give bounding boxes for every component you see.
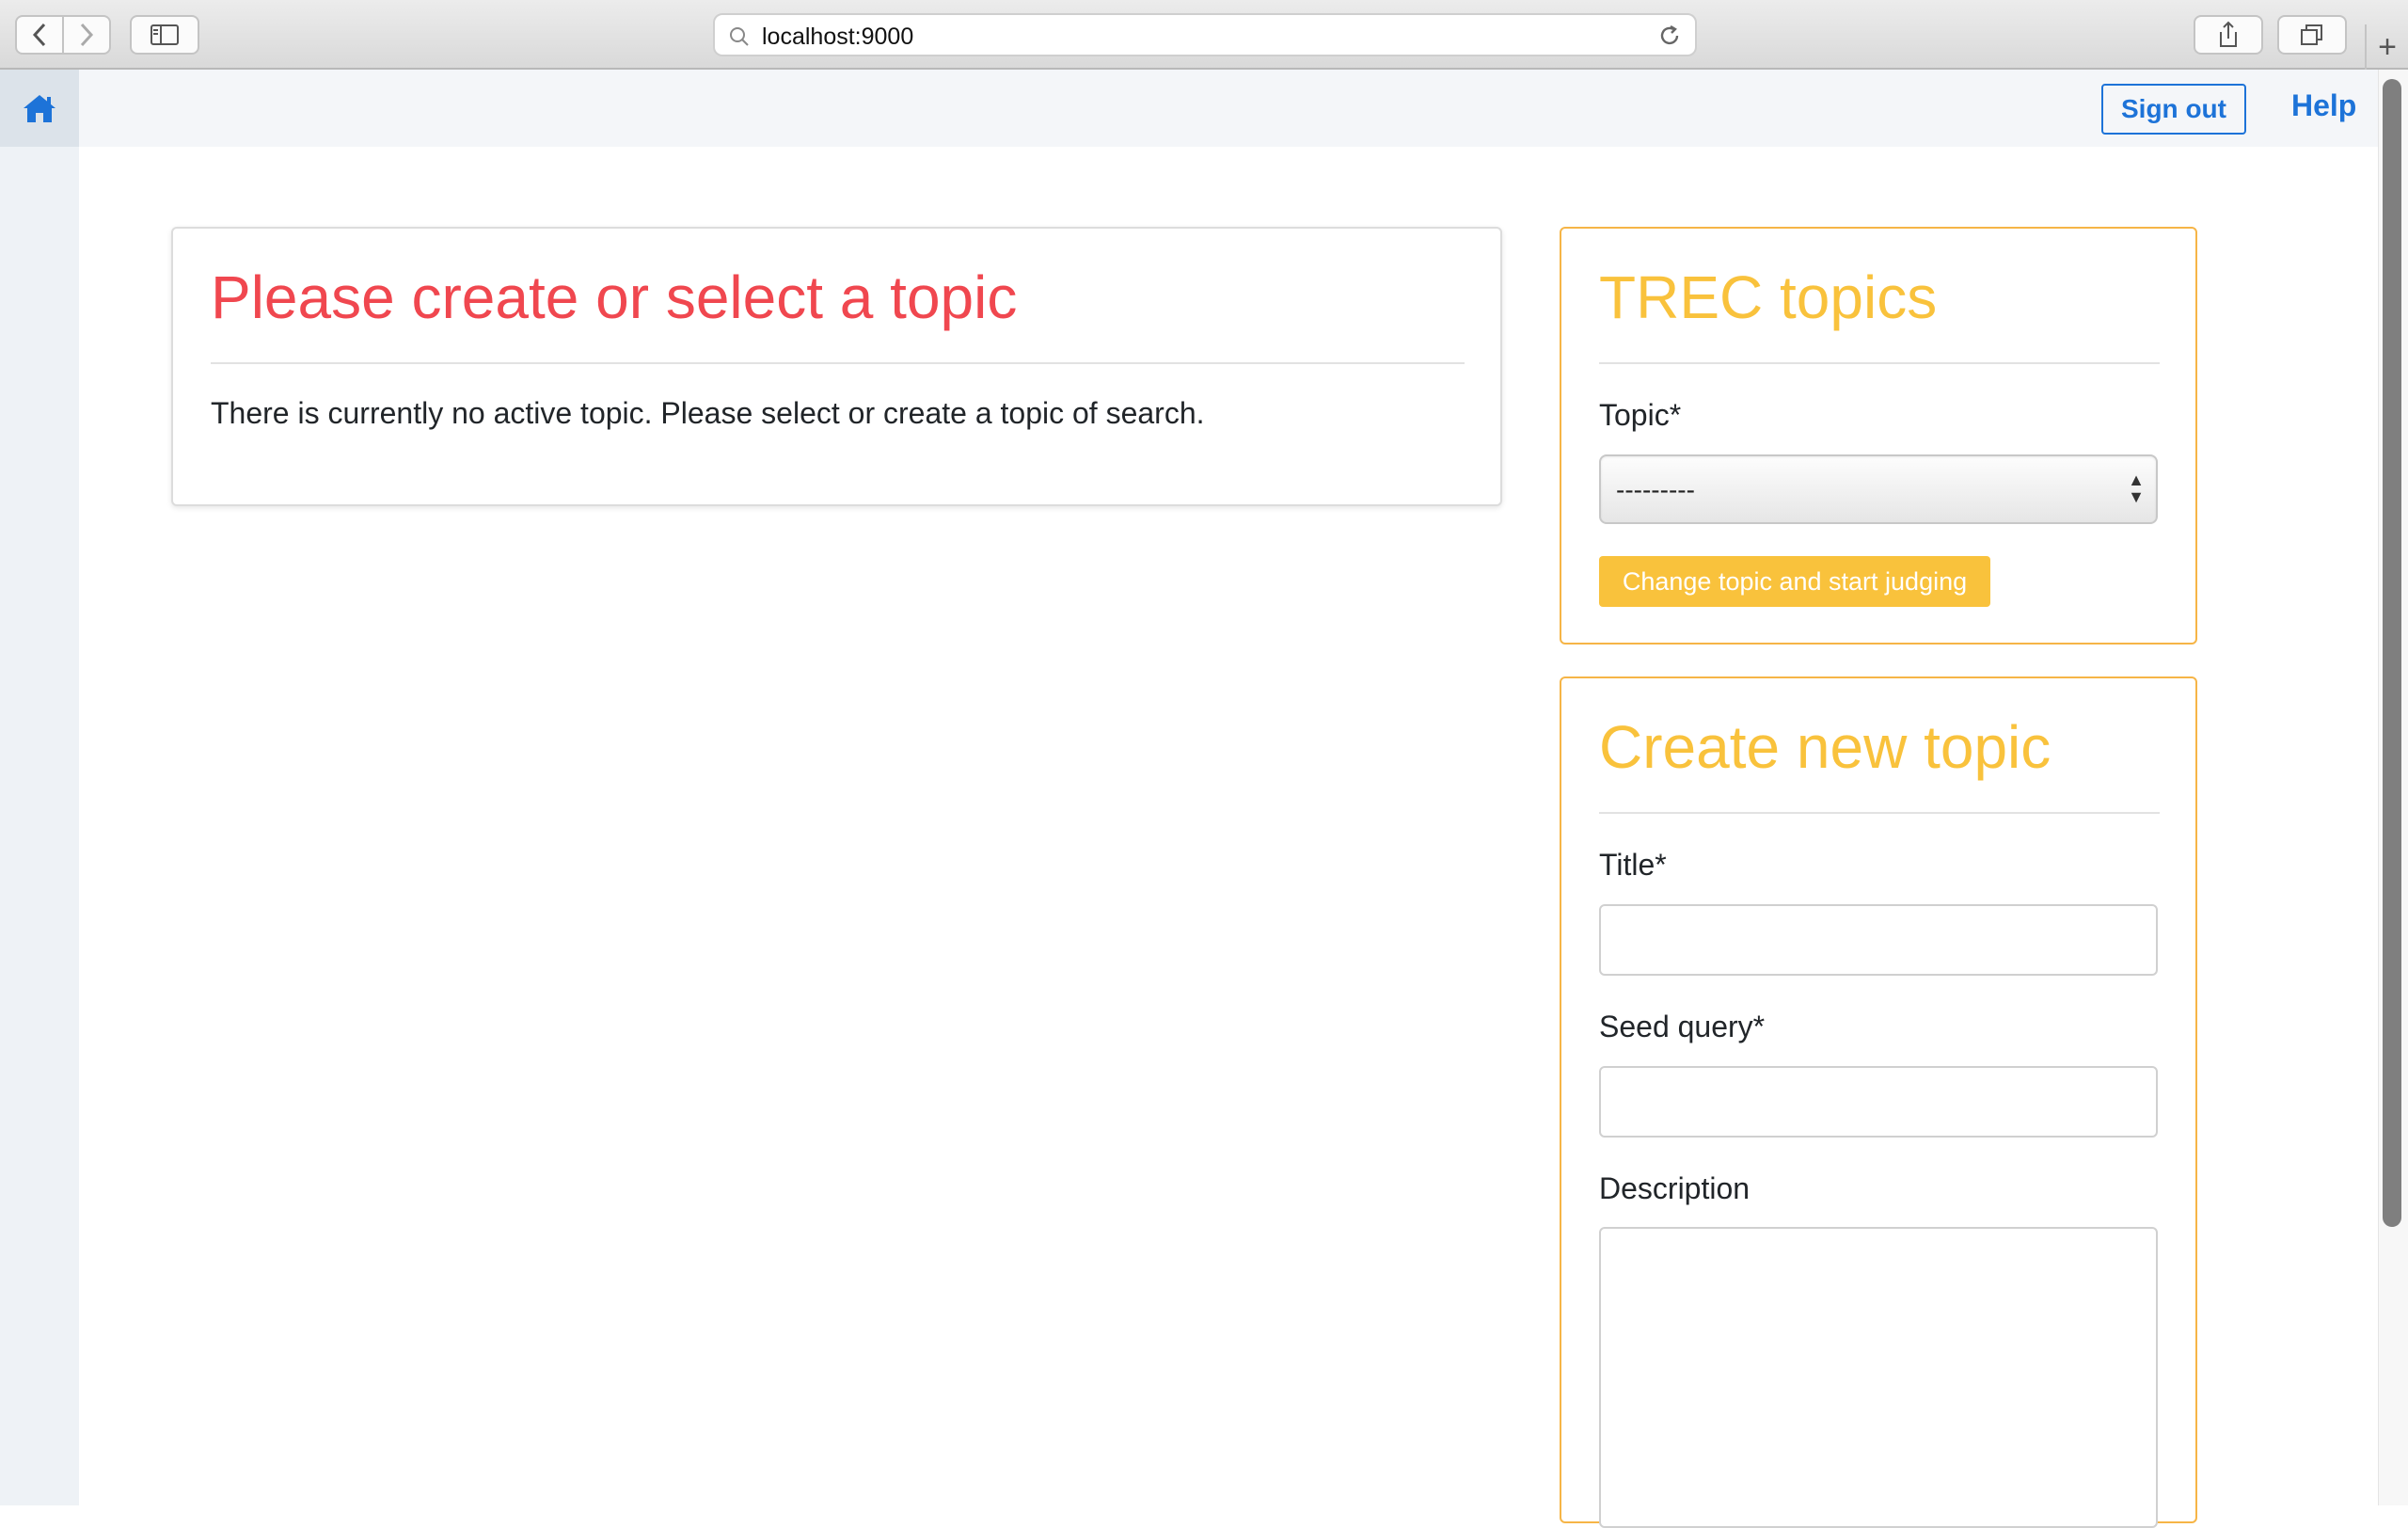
plus-icon: + <box>2378 28 2397 65</box>
divider <box>1599 362 2160 364</box>
title-input[interactable] <box>1599 904 2158 976</box>
sidebar-toggle-button[interactable] <box>130 15 199 55</box>
browser-toolbar: localhost:9000 + <box>0 0 2408 70</box>
description-textarea[interactable] <box>1599 1227 2158 1528</box>
topic-select[interactable]: --------- ▲ ▼ <box>1599 454 2158 524</box>
reload-icon[interactable] <box>1657 24 1682 48</box>
divider <box>211 362 1465 364</box>
help-link[interactable]: Help <box>2291 88 2356 123</box>
forward-button[interactable] <box>62 17 109 53</box>
change-topic-button[interactable]: Change topic and start judging <box>1599 556 1990 607</box>
create-topic-card: Create new topic Title* Seed query* Desc… <box>1560 676 2197 1528</box>
card-title: Create new topic <box>1599 713 2052 781</box>
trec-topics-card: TREC topics Topic* --------- ▲ ▼ Change t… <box>1560 227 2197 645</box>
active-topic-card: Please create or select a topic There is… <box>171 227 1502 506</box>
share-button[interactable] <box>2194 15 2263 55</box>
share-icon <box>2220 21 2237 47</box>
sidebar <box>0 70 79 1505</box>
top-navbar <box>79 70 2378 147</box>
tabs-overview-button[interactable] <box>2277 15 2347 55</box>
home-icon <box>24 95 55 122</box>
sidebar-icon <box>150 24 179 45</box>
topic-select-value: --------- <box>1616 475 1695 504</box>
new-tab-button[interactable]: + <box>2365 24 2408 70</box>
no-topic-message: There is currently no active topic. Plea… <box>211 396 1205 430</box>
tabs-icon <box>2301 24 2322 45</box>
chevron-left-icon <box>32 23 46 47</box>
address-bar[interactable]: localhost:9000 <box>713 13 1697 56</box>
select-arrows-icon: ▲ ▼ <box>2128 470 2145 506</box>
search-icon <box>730 27 749 46</box>
chevron-right-icon <box>80 23 94 47</box>
seed-query-input[interactable] <box>1599 1066 2158 1138</box>
url-text: localhost:9000 <box>762 24 914 50</box>
card-title: Please create or select a topic <box>211 263 1018 331</box>
sign-out-button[interactable]: Sign out <box>2101 84 2246 135</box>
card-title: TREC topics <box>1599 263 1938 331</box>
scrollbar-thumb[interactable] <box>2383 79 2401 1227</box>
description-label: Description <box>1599 1171 1751 1205</box>
back-button[interactable] <box>17 17 62 53</box>
seed-query-label: Seed query* <box>1599 1010 1766 1043</box>
topic-label: Topic* <box>1599 398 1682 432</box>
divider <box>1599 812 2160 814</box>
home-button[interactable] <box>0 70 79 147</box>
history-nav <box>15 15 111 55</box>
title-label: Title* <box>1599 848 1667 882</box>
